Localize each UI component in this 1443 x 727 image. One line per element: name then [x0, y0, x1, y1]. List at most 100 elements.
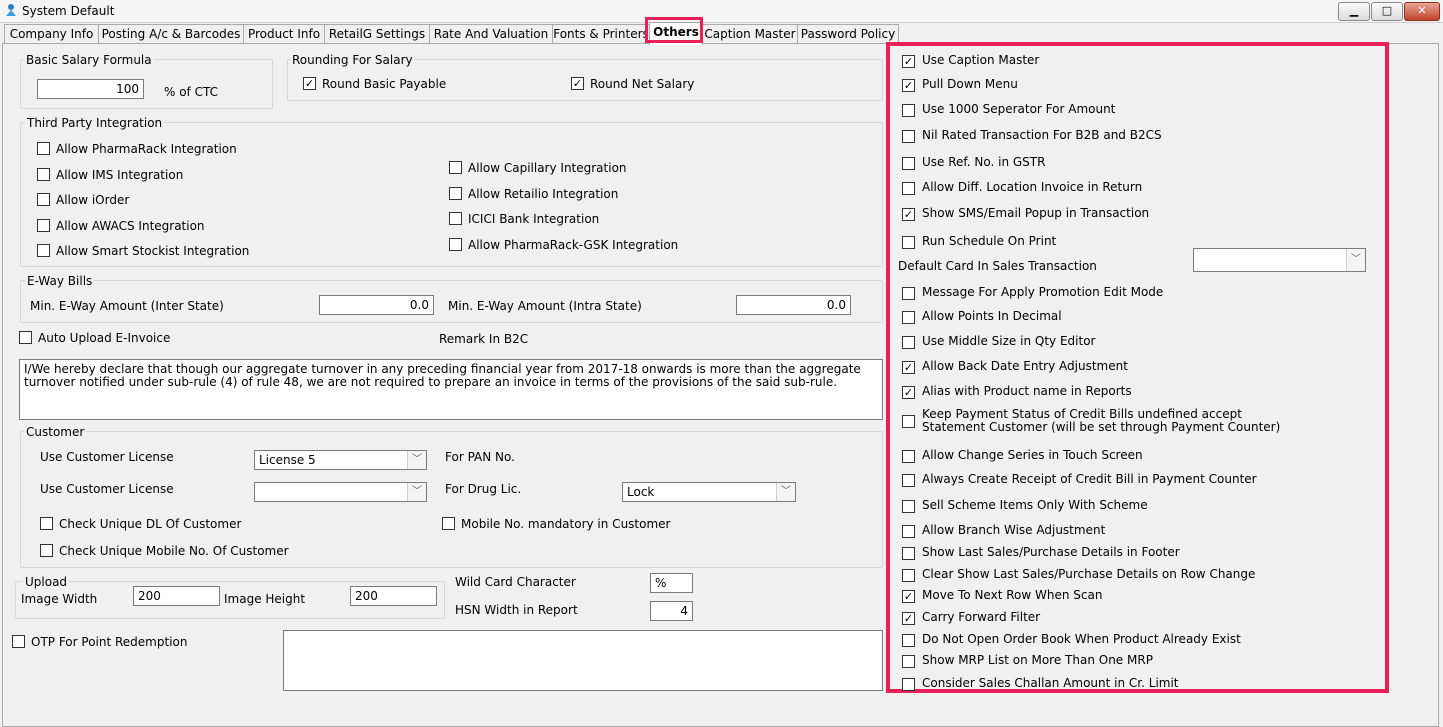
- option-checkbox[interactable]: ✓: [902, 386, 915, 399]
- option-row[interactable]: Allow Diff. Location Invoice in Return: [902, 181, 1142, 195]
- option-row[interactable]: Use Ref. No. in GSTR: [902, 156, 1045, 170]
- image-height-input[interactable]: 200: [350, 586, 437, 606]
- option-row[interactable]: Run Schedule On Print: [902, 235, 1056, 249]
- option-checkbox[interactable]: [902, 547, 915, 560]
- tab-rate-valuation[interactable]: Rate And Valuation: [429, 24, 553, 44]
- tab-password-policy[interactable]: Password Policy: [797, 24, 899, 44]
- chevron-down-icon: ﹀: [407, 451, 426, 469]
- option-label: Alias with Product name in Reports: [922, 384, 1132, 398]
- round-net-checkbox[interactable]: ✓: [571, 77, 584, 90]
- drug-lic-dropdown[interactable]: Lock ﹀: [622, 482, 796, 502]
- license1-dropdown[interactable]: License 5 ﹀: [254, 450, 427, 470]
- icici-label: ICICI Bank Integration: [468, 212, 600, 226]
- tab-product-info[interactable]: Product Info: [243, 24, 325, 44]
- unique-mobile-checkbox[interactable]: [40, 544, 53, 557]
- license1-label: Use Customer License: [40, 450, 174, 464]
- awacs-checkbox[interactable]: [37, 219, 50, 232]
- tab-retailg-settings[interactable]: RetailG Settings: [324, 24, 430, 44]
- option-row[interactable]: Show MRP List on More Than One MRP: [902, 654, 1153, 668]
- option-checkbox[interactable]: [902, 287, 915, 300]
- round-basic-checkbox[interactable]: ✓: [303, 77, 316, 90]
- ims-checkbox[interactable]: [37, 168, 50, 181]
- smart-stockist-checkbox[interactable]: [37, 244, 50, 257]
- basic-salary-input[interactable]: 100: [37, 79, 144, 99]
- hsn-input[interactable]: 4: [650, 601, 693, 621]
- option-checkbox[interactable]: [902, 182, 915, 195]
- auto-upload-checkbox[interactable]: [19, 331, 32, 344]
- option-checkbox[interactable]: [902, 130, 915, 143]
- option-checkbox[interactable]: ✓: [902, 612, 915, 625]
- unique-dl-checkbox[interactable]: [40, 517, 53, 530]
- retailio-checkbox[interactable]: [449, 187, 462, 200]
- option-checkbox[interactable]: ✓: [902, 590, 915, 603]
- option-row[interactable]: Use 1000 Seperator For Amount: [902, 103, 1115, 117]
- option-row[interactable]: Clear Show Last Sales/Purchase Details o…: [902, 568, 1255, 582]
- pharmarack-gsk-checkbox[interactable]: [449, 238, 462, 251]
- option-row[interactable]: ✓ Use Caption Master: [902, 54, 1039, 68]
- option-checkbox[interactable]: [902, 157, 915, 170]
- iorder-checkbox[interactable]: [37, 193, 50, 206]
- option-checkbox[interactable]: [902, 678, 915, 691]
- option-checkbox[interactable]: [902, 634, 915, 647]
- eway-inter-input[interactable]: 0.0: [319, 295, 434, 315]
- declaration-textarea[interactable]: I/We hereby declare that though our aggr…: [19, 359, 883, 420]
- option-row[interactable]: Always Create Receipt of Credit Bill in …: [902, 473, 1257, 487]
- option-checkbox[interactable]: [902, 236, 915, 249]
- option-checkbox[interactable]: ✓: [902, 208, 915, 221]
- option-checkbox[interactable]: [902, 336, 915, 349]
- close-button[interactable]: ✕: [1404, 2, 1440, 21]
- option-checkbox[interactable]: ✓: [902, 361, 915, 374]
- option-checkbox[interactable]: [902, 500, 915, 513]
- option-row[interactable]: ✓ Show SMS/Email Popup in Transaction: [902, 207, 1149, 221]
- tab-posting-barcodes[interactable]: Posting A/c & Barcodes: [98, 24, 244, 44]
- option-row[interactable]: Allow Change Series in Touch Screen: [902, 449, 1143, 463]
- minimize-button[interactable]: ▁: [1338, 2, 1370, 21]
- image-width-input[interactable]: 200: [133, 586, 220, 606]
- tab-company-info[interactable]: Company Info: [4, 24, 99, 44]
- wildcard-input[interactable]: %: [650, 573, 693, 593]
- option-row[interactable]: Keep Payment Status of Credit Bills unde…: [902, 408, 1280, 434]
- option-checkbox[interactable]: [902, 311, 915, 324]
- capillary-checkbox[interactable]: [449, 161, 462, 174]
- mobile-mandatory-checkbox[interactable]: [442, 517, 455, 530]
- default-card-dropdown[interactable]: ﹀: [1193, 248, 1366, 272]
- option-checkbox[interactable]: [902, 525, 915, 538]
- option-checkbox[interactable]: ✓: [902, 79, 915, 92]
- option-checkbox[interactable]: [902, 415, 915, 428]
- close-icon: ✕: [1417, 4, 1427, 17]
- option-row[interactable]: Show Last Sales/Purchase Details in Foot…: [902, 546, 1180, 560]
- option-checkbox[interactable]: ✓: [902, 55, 915, 68]
- option-row[interactable]: Sell Scheme Items Only With Scheme: [902, 499, 1148, 513]
- otp-textarea[interactable]: [283, 630, 883, 691]
- option-row[interactable]: ✓ Pull Down Menu: [902, 78, 1018, 92]
- option-label: Show MRP List on More Than One MRP: [922, 653, 1153, 667]
- default-card-label: Default Card In Sales Transaction: [898, 259, 1097, 273]
- license2-dropdown[interactable]: ﹀: [254, 482, 427, 502]
- option-row[interactable]: ✓ Move To Next Row When Scan: [902, 589, 1102, 603]
- option-row[interactable]: Allow Branch Wise Adjustment: [902, 524, 1105, 538]
- tab-fonts-printers[interactable]: Fonts & Printers: [552, 24, 650, 44]
- tab-others[interactable]: Others: [649, 22, 703, 45]
- option-row[interactable]: Do Not Open Order Book When Product Alre…: [902, 633, 1241, 647]
- option-row[interactable]: Message For Apply Promotion Edit Mode: [902, 286, 1163, 300]
- option-checkbox[interactable]: [902, 569, 915, 582]
- option-checkbox[interactable]: [902, 104, 915, 117]
- otp-checkbox[interactable]: [12, 635, 25, 648]
- option-row[interactable]: ✓ Carry Forward Filter: [902, 611, 1040, 625]
- option-row[interactable]: Allow Points In Decimal: [902, 310, 1062, 324]
- option-checkbox[interactable]: [902, 474, 915, 487]
- option-label: Show SMS/Email Popup in Transaction: [922, 206, 1150, 220]
- icici-checkbox[interactable]: [449, 212, 462, 225]
- image-width-label: Image Width: [21, 592, 98, 606]
- maximize-button[interactable]: □: [1371, 2, 1403, 21]
- eway-intra-input[interactable]: 0.0: [736, 295, 851, 315]
- tab-caption-master[interactable]: Caption Master: [702, 24, 798, 44]
- pharmarack-checkbox[interactable]: [37, 142, 50, 155]
- option-checkbox[interactable]: [902, 655, 915, 668]
- option-row[interactable]: Consider Sales Challan Amount in Cr. Lim…: [902, 677, 1179, 691]
- option-row[interactable]: Nil Rated Transaction For B2B and B2CS: [902, 129, 1162, 143]
- option-row[interactable]: ✓ Alias with Product name in Reports: [902, 385, 1132, 399]
- option-row[interactable]: ✓ Allow Back Date Entry Adjustment: [902, 360, 1128, 374]
- option-row[interactable]: Use Middle Size in Qty Editor: [902, 335, 1095, 349]
- option-checkbox[interactable]: [902, 450, 915, 463]
